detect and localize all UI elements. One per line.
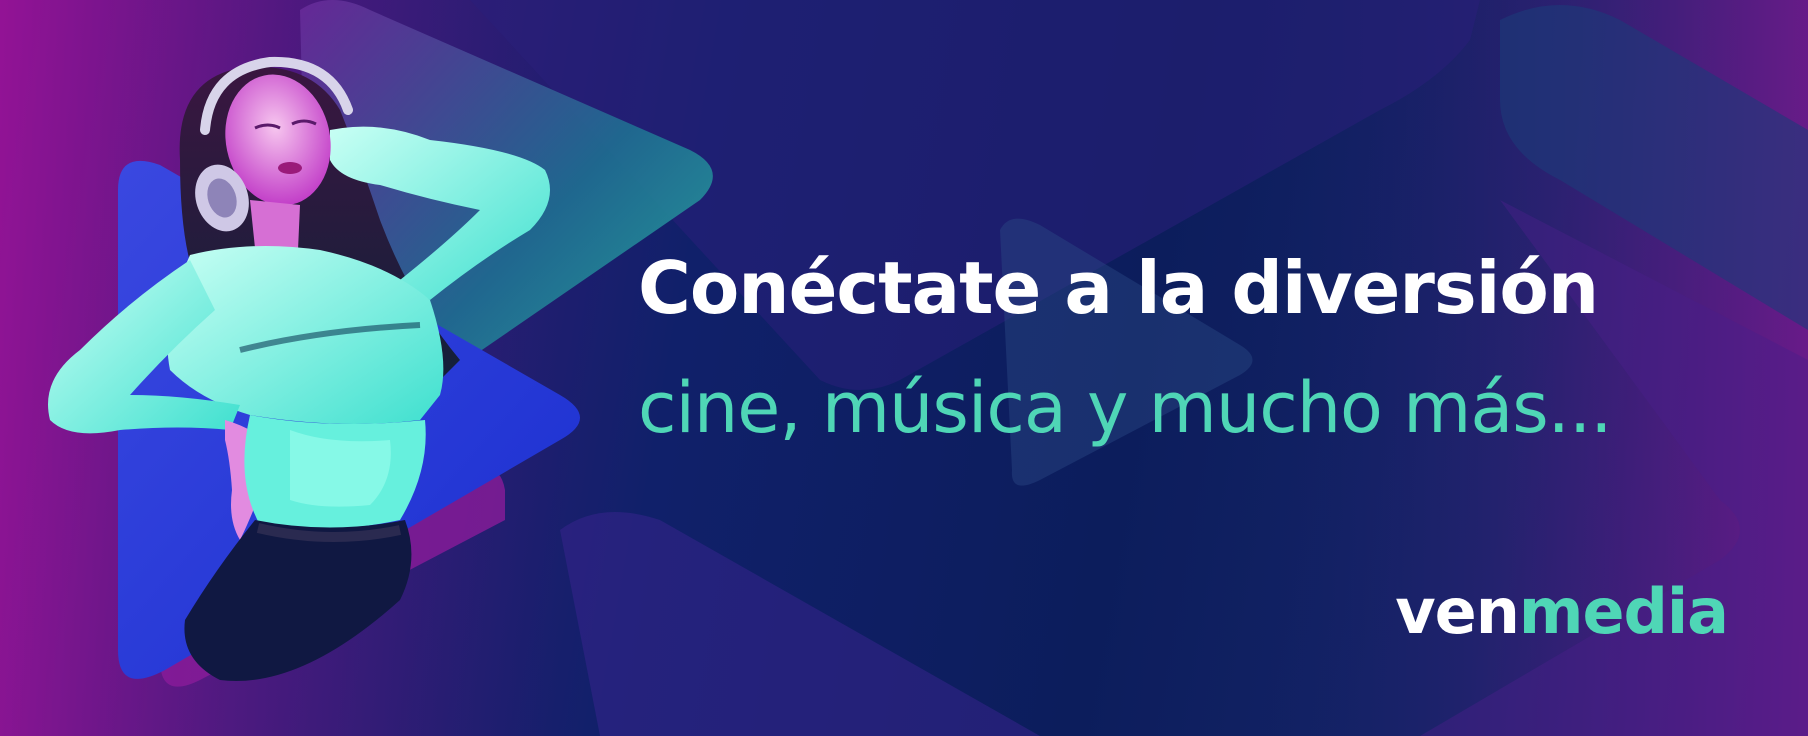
hero-banner: Conéctate a la diversión cine, música y … bbox=[0, 0, 1808, 736]
subheadline: cine, música y mucho más... bbox=[638, 367, 1612, 449]
headline: Conéctate a la diversión bbox=[638, 246, 1599, 330]
logo-part-media: media bbox=[1518, 575, 1729, 648]
venmedia-logo: venmedia bbox=[1395, 572, 1729, 652]
logo-part-ven: ven bbox=[1395, 575, 1520, 648]
